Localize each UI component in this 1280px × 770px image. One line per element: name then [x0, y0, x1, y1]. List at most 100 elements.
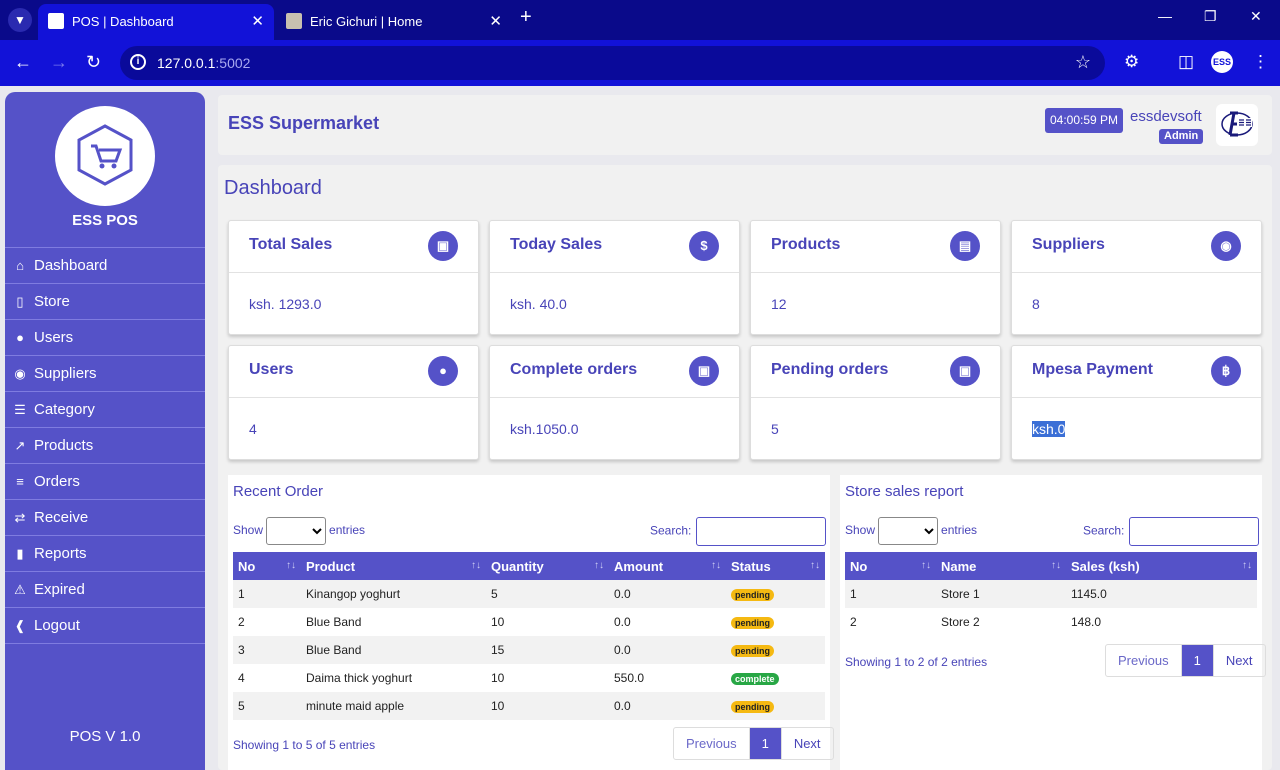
reload-icon[interactable]: ↻ — [86, 52, 101, 73]
col-header-no[interactable]: No ↑↓ — [233, 552, 301, 580]
entries-label: entries — [941, 523, 978, 538]
new-tab-button[interactable]: + — [520, 6, 532, 29]
entries-select[interactable] — [878, 517, 939, 545]
sort-icon: ↑↓ — [471, 560, 481, 571]
previous-page-button[interactable]: Previous — [1106, 645, 1182, 676]
browser-menu-icon[interactable]: ⋮ — [1252, 52, 1269, 72]
card-value: ksh. 1293.0 — [249, 296, 322, 312]
card-suppliers: Suppliers ◉ 8 — [1011, 220, 1262, 335]
sidebar-item-store[interactable]: ▯ Store — [5, 284, 205, 320]
sidebar-item-users[interactable]: ● Users — [5, 320, 205, 356]
table-info: Showing 1 to 5 of 5 entries — [233, 738, 376, 752]
sidebar-menu: ⌂ Dashboard ▯ Store ● Users ◉ Suppliers ☰ Cat… — [5, 247, 205, 644]
profile-avatar[interactable]: ESS — [1211, 51, 1233, 73]
table-row: 2 Blue Band 10 0.0 pending — [233, 608, 825, 636]
user-icon: ● — [16, 330, 24, 345]
restore-icon[interactable]: ❐ — [1204, 8, 1217, 25]
card-value: ksh. 40.0 — [510, 296, 567, 312]
table-info: Showing 1 to 2 of 2 entries — [845, 655, 988, 669]
sidebar-item-reports[interactable]: ▮ Reports — [5, 536, 205, 572]
card-divider — [490, 272, 739, 273]
search-input[interactable] — [696, 517, 827, 546]
tab-eric-home[interactable]: Eric Gichuri | Home ✕ — [276, 4, 512, 40]
cell-amount: 0.0 — [609, 580, 726, 608]
address-bar[interactable]: i 127.0.0.1:5002 ☆ — [120, 46, 1105, 80]
tab-pos-dashboard[interactable]: POS | Dashboard ✕ — [38, 4, 274, 40]
col-header-name[interactable]: Name ↑↓ — [936, 552, 1066, 580]
user-circle-icon: ◉ — [1211, 231, 1241, 261]
sidebar-item-logout[interactable]: ❰ Logout — [5, 608, 205, 644]
site-info-icon[interactable]: i — [130, 54, 146, 70]
dollar-icon: $ — [689, 231, 719, 261]
back-icon[interactable]: ← — [14, 52, 32, 73]
search-control: Search: — [1083, 517, 1260, 546]
side-panel-icon[interactable]: ◫ — [1178, 52, 1194, 72]
tab-search-button[interactable]: ▼ — [8, 8, 32, 32]
cell-no: 4 — [238, 671, 245, 685]
col-header-quantity[interactable]: Quantity ↑↓ — [486, 552, 609, 580]
next-page-button[interactable]: Next — [780, 728, 833, 759]
status-badge: pending — [731, 701, 774, 713]
sort-icon: ↑↓ — [286, 560, 296, 571]
next-page-button[interactable]: Next — [1212, 645, 1265, 676]
status-badge: pending — [731, 617, 774, 629]
close-tab-icon[interactable]: ✕ — [489, 12, 502, 30]
sidebar-item-products[interactable]: ↗ Products — [5, 428, 205, 464]
card-complete-orders: Complete orders ▣ ksh.1050.0 — [489, 345, 740, 460]
card-divider — [751, 397, 1000, 398]
sidebar-item-expired[interactable]: ⚠ Expired — [5, 572, 205, 608]
url-port: :5002 — [215, 55, 251, 71]
table-row: 1 Kinangop yoghurt 5 0.0 pending — [233, 580, 825, 608]
previous-page-button[interactable]: Previous — [674, 728, 750, 759]
status-badge: pending — [731, 645, 774, 657]
sidebar-brand: ESS POS — [72, 212, 138, 229]
cart-hexagon-icon — [77, 124, 133, 186]
cell-no: 2 — [850, 615, 857, 629]
col-header-no[interactable]: No ↑↓ — [845, 552, 936, 580]
col-header-product[interactable]: Product ↑↓ — [301, 552, 486, 580]
page-1-button[interactable]: 1 — [749, 728, 781, 759]
cell-product: Blue Band — [301, 636, 486, 664]
card-value: 8 — [1032, 296, 1040, 312]
page-1-button[interactable]: 1 — [1181, 645, 1213, 676]
company-logo[interactable] — [1216, 104, 1258, 146]
cell-status: complete — [726, 664, 825, 692]
extensions-icon[interactable]: ⚙ — [1124, 52, 1139, 72]
forward-icon[interactable]: → — [50, 52, 68, 73]
tab-title: Eric Gichuri | Home — [310, 14, 423, 29]
col-header-amount[interactable]: Amount ↑↓ — [609, 552, 726, 580]
cell-amount: 550.0 — [614, 671, 645, 685]
cell-status: pending — [726, 636, 825, 664]
close-window-icon[interactable]: ✕ — [1250, 8, 1262, 25]
sidebar-item-orders[interactable]: ≡ Orders — [5, 464, 205, 500]
cell-quantity: 15 — [486, 636, 609, 664]
sidebar-item-label: Store — [34, 293, 70, 310]
sidebar-item-dashboard[interactable]: ⌂ Dashboard — [5, 248, 205, 284]
file-icon: ▮ — [16, 545, 24, 561]
card-products: Products ▤ 12 — [750, 220, 1001, 335]
cell-product: Daima thick yoghurt — [306, 671, 413, 685]
cell-no: 3 — [233, 636, 301, 664]
entries-select[interactable] — [266, 517, 327, 545]
card-mpesa-payment: Mpesa Payment ฿ ksh.0 — [1011, 345, 1262, 460]
cell-status: pending — [726, 608, 825, 636]
col-header-status[interactable]: Status ↑↓ — [726, 552, 825, 580]
minimize-icon[interactable]: — — [1158, 8, 1172, 24]
card-title: Suppliers — [1032, 236, 1105, 253]
sidebar-item-suppliers[interactable]: ◉ Suppliers — [5, 356, 205, 392]
sidebar-item-receive[interactable]: ⇄ Receive — [5, 500, 205, 536]
username: essdevsoft — [1130, 108, 1202, 125]
col-header-sales[interactable]: Sales (ksh) ↑↓ — [1066, 552, 1257, 580]
sidebar-item-category[interactable]: ☰ Category — [5, 392, 205, 428]
cell-no: 1 — [845, 580, 936, 608]
sort-icon: ↑↓ — [1051, 560, 1061, 571]
bitcoin-icon: ฿ — [1211, 356, 1241, 386]
bookmark-star-icon[interactable]: ☆ — [1075, 52, 1091, 73]
search-input[interactable] — [1129, 517, 1260, 546]
exchange-icon: ⇄ — [14, 509, 26, 525]
clock-badge: 04:00:59 PM — [1045, 108, 1124, 133]
close-tab-icon[interactable]: ✕ — [251, 12, 264, 30]
arrow-left-circle-icon: ❰ — [14, 617, 26, 633]
recent-orders-table: No ↑↓ Product ↑↓ Quantity ↑↓ Amount ↑↓ Statu… — [233, 552, 825, 720]
card-divider — [1012, 397, 1261, 398]
